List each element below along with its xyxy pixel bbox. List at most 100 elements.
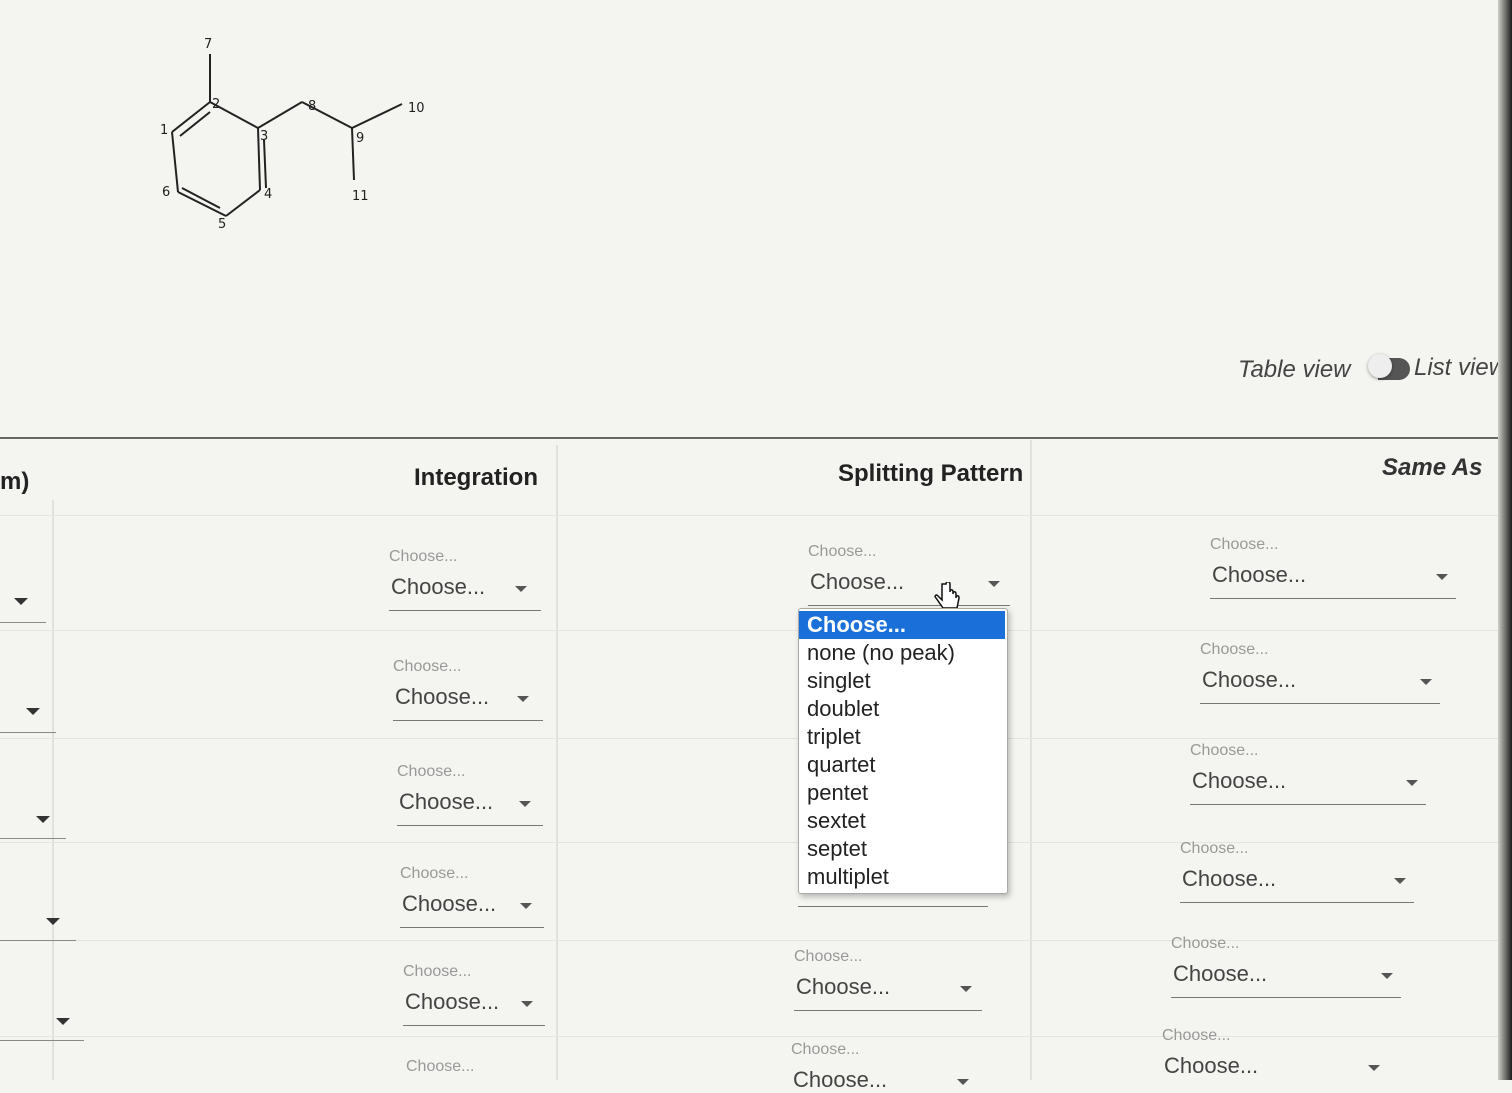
splitting-pattern-dropdown-list[interactable]: Choose... none (no peak) singlet doublet… xyxy=(798,608,1008,894)
select-value: Choose... xyxy=(405,989,500,1014)
molecule-structure: 7 2 1 3 8 9 10 6 4 5 11 xyxy=(160,37,425,232)
same-as-select-row-3[interactable]: Choose... Choose... xyxy=(1190,742,1428,808)
chevron-down-icon[interactable] xyxy=(46,918,60,925)
select-value: Choose... xyxy=(810,569,905,594)
select-caption: Choose... xyxy=(406,1058,475,1075)
chevron-down-icon[interactable] xyxy=(56,1018,70,1025)
atom-label-8: 8 xyxy=(308,99,316,114)
select-underline xyxy=(1200,703,1440,704)
column-header-integration: Integration xyxy=(414,464,538,491)
select-value: Choose... xyxy=(391,574,486,599)
select-value: Choose... xyxy=(395,684,490,709)
atom-label-4: 4 xyxy=(264,187,272,202)
same-as-select-row-6[interactable]: Choose... Choose... xyxy=(1162,1027,1390,1080)
chevron-down-icon[interactable] xyxy=(36,816,50,823)
same-as-select-row-4[interactable]: Choose... Choose... xyxy=(1180,840,1416,906)
atom-label-11: 11 xyxy=(352,189,369,204)
dropdown-option-singlet[interactable]: singlet xyxy=(799,667,1005,695)
select-underline xyxy=(0,1040,84,1041)
column-divider xyxy=(52,500,54,1080)
splitting-select-row-1[interactable]: Choose... Choose... xyxy=(808,543,1012,609)
select-caption: Choose... xyxy=(808,543,877,560)
chevron-down-icon[interactable] xyxy=(519,801,531,807)
select-underline xyxy=(798,906,988,907)
select-caption: Choose... xyxy=(1180,840,1249,857)
integration-select-row-2[interactable]: Choose... Choose... xyxy=(393,658,545,724)
chevron-down-icon[interactable] xyxy=(26,708,40,715)
select-underline xyxy=(403,1025,545,1026)
dropdown-option-triplet[interactable]: triplet xyxy=(799,723,1005,751)
select-value: Choose... xyxy=(796,974,891,999)
chevron-down-icon[interactable] xyxy=(960,986,972,992)
chevron-down-icon[interactable] xyxy=(1420,679,1432,685)
select-caption: Choose... xyxy=(791,1041,860,1058)
chevron-down-icon[interactable] xyxy=(1406,780,1418,786)
dropdown-option-septet[interactable]: septet xyxy=(799,835,1005,863)
dropdown-option-none[interactable]: none (no peak) xyxy=(799,639,1005,667)
select-value: Choose... xyxy=(1182,866,1277,891)
select-underline xyxy=(0,622,46,623)
integration-select-row-1[interactable]: Choose... Choose... xyxy=(389,548,543,614)
integration-select-row-3[interactable]: Choose... Choose... xyxy=(397,763,545,829)
chevron-down-icon[interactable] xyxy=(515,586,527,592)
select-underline xyxy=(794,1010,982,1011)
chevron-down-icon[interactable] xyxy=(1381,973,1393,979)
select-caption: Choose... xyxy=(1190,742,1259,759)
list-view-label[interactable]: List view xyxy=(1414,354,1506,382)
column-header-same-as: Same As xyxy=(1382,454,1483,481)
atom-label-2: 2 xyxy=(212,97,220,112)
atom-label-9: 9 xyxy=(356,131,364,146)
same-as-select-row-1[interactable]: Choose... Choose... xyxy=(1210,536,1458,602)
integration-select-row-4[interactable]: Choose... Choose... xyxy=(400,865,546,931)
chevron-down-icon[interactable] xyxy=(520,903,532,909)
view-toggle-knob[interactable] xyxy=(1368,354,1392,378)
select-underline xyxy=(400,927,544,928)
dropdown-option-pentet[interactable]: pentet xyxy=(799,779,1005,807)
chevron-down-icon[interactable] xyxy=(521,1001,533,1007)
column-header-partial: m) xyxy=(0,468,30,495)
splitting-select-row-5[interactable]: Choose... Choose... xyxy=(794,948,984,1014)
select-underline xyxy=(0,940,76,941)
row-divider xyxy=(0,630,1500,631)
select-caption: Choose... xyxy=(389,548,458,565)
row-divider xyxy=(0,738,1500,739)
select-underline xyxy=(1210,598,1456,599)
table-view-label[interactable]: Table view xyxy=(1238,356,1351,384)
select-underline xyxy=(397,825,543,826)
dropdown-option-quartet[interactable]: quartet xyxy=(799,751,1005,779)
integration-select-row-5[interactable]: Choose... Choose... xyxy=(403,963,547,1029)
select-caption: Choose... xyxy=(1200,641,1269,658)
column-header-splitting-pattern: Splitting Pattern xyxy=(838,460,1024,487)
select-value: Choose... xyxy=(793,1067,888,1092)
atom-label-7: 7 xyxy=(204,37,212,52)
select-caption: Choose... xyxy=(1162,1027,1231,1044)
atom-label-6: 6 xyxy=(162,185,170,200)
dropdown-option-doublet[interactable]: doublet xyxy=(799,695,1005,723)
chevron-down-icon[interactable] xyxy=(1394,878,1406,884)
same-as-select-row-2[interactable]: Choose... Choose... xyxy=(1200,641,1442,707)
dropdown-option-sextet[interactable]: sextet xyxy=(799,807,1005,835)
column-divider xyxy=(556,445,558,1080)
chevron-down-icon[interactable] xyxy=(988,581,1000,587)
select-caption: Choose... xyxy=(397,763,466,780)
atom-label-10: 10 xyxy=(408,101,425,116)
monitor-bezel xyxy=(1498,0,1512,1080)
select-value: Choose... xyxy=(402,891,497,916)
chevron-down-icon[interactable] xyxy=(1436,574,1448,580)
select-value: Choose... xyxy=(1202,667,1297,692)
same-as-select-row-5[interactable]: Choose... Choose... xyxy=(1171,935,1403,1001)
chevron-down-icon[interactable] xyxy=(14,598,28,605)
dropdown-option-choose[interactable]: Choose... xyxy=(799,611,1005,639)
select-underline xyxy=(0,732,56,733)
integration-select-row-6[interactable]: Choose... xyxy=(406,1058,548,1080)
select-value: Choose... xyxy=(399,789,494,814)
table-top-rule xyxy=(0,437,1500,439)
select-underline xyxy=(808,605,1010,606)
column-divider xyxy=(1030,440,1032,1080)
select-underline xyxy=(393,720,543,721)
select-underline xyxy=(0,838,66,839)
chevron-down-icon[interactable] xyxy=(517,696,529,702)
chevron-down-icon[interactable] xyxy=(1368,1065,1380,1071)
dropdown-option-multiplet[interactable]: multiplet xyxy=(799,863,1005,891)
splitting-select-row-6[interactable]: Choose... Choose... xyxy=(791,1041,981,1092)
